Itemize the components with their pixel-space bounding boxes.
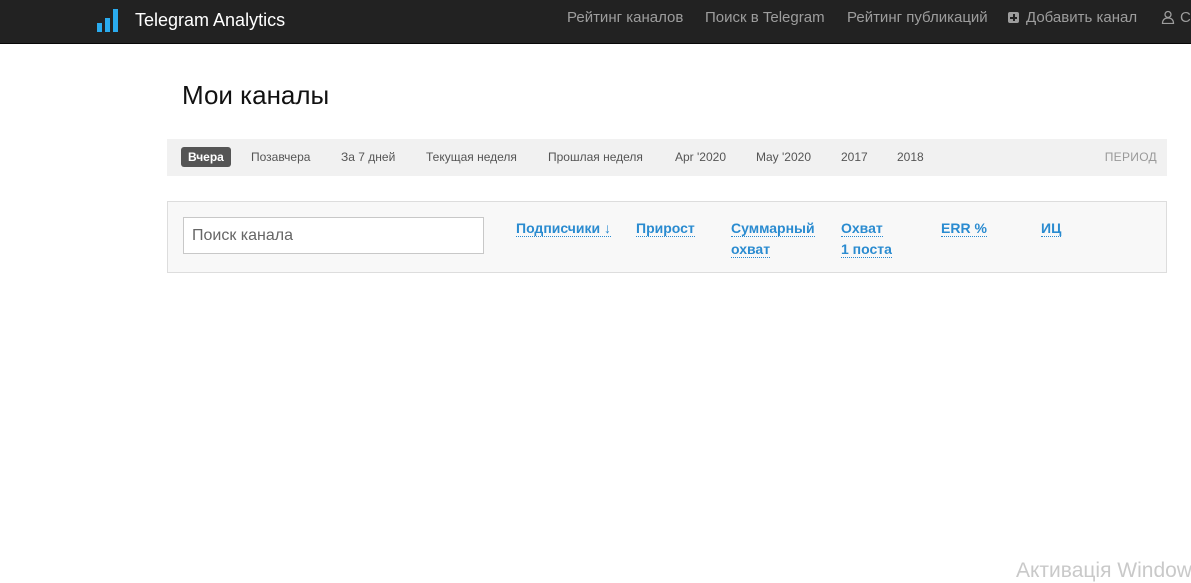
channel-search-input[interactable] bbox=[183, 217, 484, 254]
period-label: ПЕРИОД bbox=[1104, 150, 1157, 164]
nav-label: Добавить канал bbox=[1026, 9, 1138, 26]
sort-total-reach[interactable]: Суммарный охват bbox=[731, 218, 815, 260]
column-label: ERR % bbox=[941, 220, 987, 237]
period-day-before-yesterday[interactable]: Позавчера bbox=[251, 147, 310, 167]
sort-growth[interactable]: Прирост bbox=[636, 218, 695, 239]
period-apr-2020[interactable]: Apr '2020 bbox=[675, 147, 726, 167]
period-selector: Вчера Позавчера За 7 дней Текущая неделя… bbox=[167, 139, 1167, 176]
windows-activation-watermark: Активація Windows bbox=[1016, 559, 1191, 582]
nav-label: Поиск в Telegram bbox=[705, 9, 825, 26]
nav-channel-rating[interactable]: Рейтинг каналов bbox=[567, 0, 683, 36]
sort-citation-index[interactable]: ИЦ bbox=[1041, 218, 1062, 239]
sort-err[interactable]: ERR % bbox=[941, 218, 987, 239]
nav-add-channel[interactable]: Добавить канал bbox=[1008, 0, 1137, 36]
period-current-week[interactable]: Текущая неделя bbox=[426, 147, 517, 167]
sort-subscribers[interactable]: Подписчики ↓ bbox=[516, 218, 612, 239]
nav-publication-rating[interactable]: Рейтинг публикаций bbox=[847, 0, 988, 36]
column-label: Подписчики ↓ bbox=[516, 220, 612, 237]
nav-user-account[interactable]: С bbox=[1161, 0, 1191, 36]
period-may-2020[interactable]: May '2020 bbox=[756, 147, 811, 167]
nav-label: Рейтинг каналов bbox=[567, 9, 684, 26]
nav-label: Рейтинг публикаций bbox=[847, 9, 988, 26]
column-label: Охват bbox=[841, 220, 883, 237]
top-navbar: Telegram Analytics Рейтинг каналов Поиск… bbox=[0, 0, 1191, 44]
bar-chart-logo-icon bbox=[97, 9, 118, 32]
column-label: ИЦ bbox=[1041, 220, 1062, 237]
period-previous-week[interactable]: Прошлая неделя bbox=[548, 147, 643, 167]
sort-post-reach[interactable]: Охват 1 поста bbox=[841, 218, 892, 260]
period-last-7-days[interactable]: За 7 дней bbox=[341, 147, 395, 167]
column-label: 1 поста bbox=[841, 241, 892, 258]
column-label: охват bbox=[731, 241, 771, 258]
column-label: Прирост bbox=[636, 220, 695, 237]
period-yesterday[interactable]: Вчера bbox=[181, 147, 231, 167]
nav-telegram-search[interactable]: Поиск в Telegram bbox=[705, 0, 825, 36]
period-2017[interactable]: 2017 bbox=[841, 147, 868, 167]
user-icon bbox=[1161, 10, 1175, 24]
plus-square-icon bbox=[1008, 12, 1019, 23]
channels-header-panel: Подписчики ↓ Прирост Суммарный охват Охв… bbox=[167, 201, 1167, 273]
column-label: Суммарный bbox=[731, 220, 815, 237]
period-2018[interactable]: 2018 bbox=[897, 147, 924, 167]
brand-link[interactable]: Telegram Analytics bbox=[96, 7, 285, 33]
nav-label: С bbox=[1180, 9, 1191, 26]
page-title: Мои каналы bbox=[182, 80, 330, 110]
brand-name: Telegram Analytics bbox=[135, 9, 286, 30]
